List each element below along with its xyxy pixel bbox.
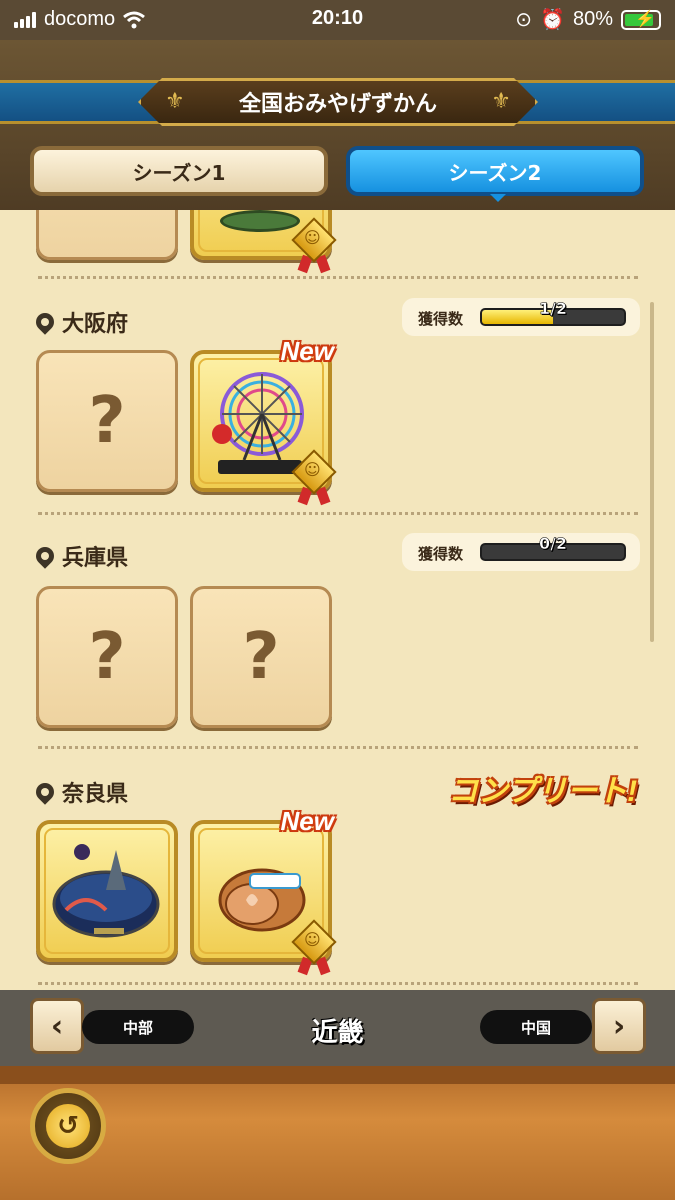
unknown-mark: ? [88,384,126,458]
acquired-count: 獲得数 1/2 [402,298,640,336]
region-navigation: ‹ 中部 近畿 中国 › [0,990,675,1066]
chevron-right-icon: › [612,1008,626,1044]
prefecture-name: 兵庫県 [62,546,129,571]
new-badge: New [280,806,334,836]
acquired-count: 獲得数 0/2 [402,533,640,571]
divider [38,276,638,279]
battery-icon: ⚡ [621,9,661,30]
divider [38,746,638,749]
slime-medal-icon: ☺ [291,217,337,274]
souvenir-card[interactable] [36,820,178,962]
scrollbar[interactable] [650,302,654,642]
prefecture-header: 兵庫県 [32,540,129,572]
page-title-text: 全国おみやげずかん [238,92,437,117]
unknown-mark: ? [88,620,126,694]
souvenir-list[interactable]: ☺ 大阪府 獲得数 1/2 ? New ☺ 兵庫県 獲得数 0/2 ? ? 奈良… [0,210,675,990]
complete-badge: コンプリート! [448,775,638,808]
slime-medal-icon: ☺ [291,919,337,976]
count-label: 獲得数 [418,310,464,328]
divider [38,512,638,515]
prefecture-header: 奈良県 [32,776,129,808]
lock-rotation-icon: ⊙ [515,9,533,31]
page-title: ⚜ 全国おみやげずかん ⚜ [138,78,538,126]
diorama-icon [52,844,160,938]
next-region-button[interactable]: › [592,998,646,1054]
slime-medal-icon: ☺ [291,449,337,506]
prefecture-header: 大阪府 [32,306,129,338]
ornament-icon: ⚜ [165,89,185,114]
location-pin-icon [32,779,58,805]
tab-season-2[interactable]: シーズン2 [346,146,644,202]
prefecture-name: 奈良県 [62,782,129,807]
souvenir-card-empty[interactable]: ? [190,586,332,728]
count-value: 0/2 [538,534,568,554]
location-pin-icon [32,309,58,335]
unknown-mark: ? [242,620,280,694]
souvenir-card[interactable]: New ☺ [190,336,337,506]
count-value: 1/2 [538,299,568,319]
ornament-icon: ⚜ [491,89,511,114]
prefecture-name: 大阪府 [62,312,129,337]
back-button[interactable]: ↺ [30,1088,106,1164]
battery-percent: 80% [572,8,613,30]
back-arrow-icon: ↺ [57,1111,79,1141]
divider [38,982,638,985]
next-region-label[interactable]: 中国 [480,1010,592,1044]
souvenir-card-empty[interactable]: ? [36,350,178,492]
souvenir-card-empty[interactable]: ? [36,586,178,728]
alarm-icon: ⏰ [540,9,565,31]
souvenir-card[interactable]: New ☺ [190,806,337,976]
count-label: 獲得数 [418,545,464,563]
tab-season-1[interactable]: シーズン1 [30,146,328,196]
new-badge: New [280,336,334,366]
location-pin-icon [32,543,58,569]
souvenir-card-empty[interactable] [36,210,178,260]
souvenir-card[interactable]: ☺ [190,210,337,274]
status-bar: docomo 20:10 ⊙ ⏰ 80% ⚡ [0,0,675,40]
